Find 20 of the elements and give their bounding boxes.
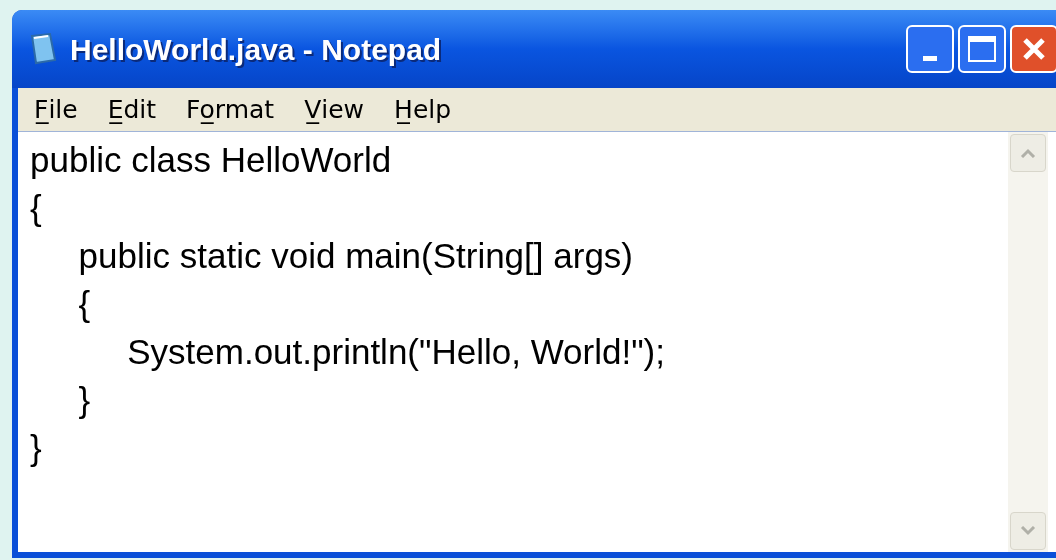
code-line: } [77, 380, 91, 419]
maximize-button[interactable] [958, 25, 1006, 73]
menu-item[interactable]: F̲ile [34, 90, 78, 129]
menu-item[interactable]: H̲elp [394, 90, 452, 129]
code-line: { [77, 284, 91, 323]
chevron-down-icon [1020, 526, 1036, 536]
code-line: System.out.println("Hello, World!"); [126, 332, 665, 371]
menu-item[interactable]: Fo̲rmat [186, 90, 275, 129]
window-title: HelloWorld.java - Notepad [70, 31, 442, 68]
notepad-icon [28, 32, 58, 66]
menu-item[interactable]: E̲dit [107, 90, 157, 129]
code-line: } [30, 428, 42, 467]
menu-item[interactable]: V̲iew [304, 90, 365, 129]
code-line: { [30, 188, 42, 227]
chevron-up-icon [1020, 148, 1036, 158]
minimize-button[interactable] [906, 25, 954, 73]
close-icon [1021, 36, 1047, 62]
code-line: public static void main(String[] args) [77, 236, 633, 275]
close-button[interactable] [1010, 25, 1056, 73]
code-line: public class HelloWorld [30, 140, 392, 179]
